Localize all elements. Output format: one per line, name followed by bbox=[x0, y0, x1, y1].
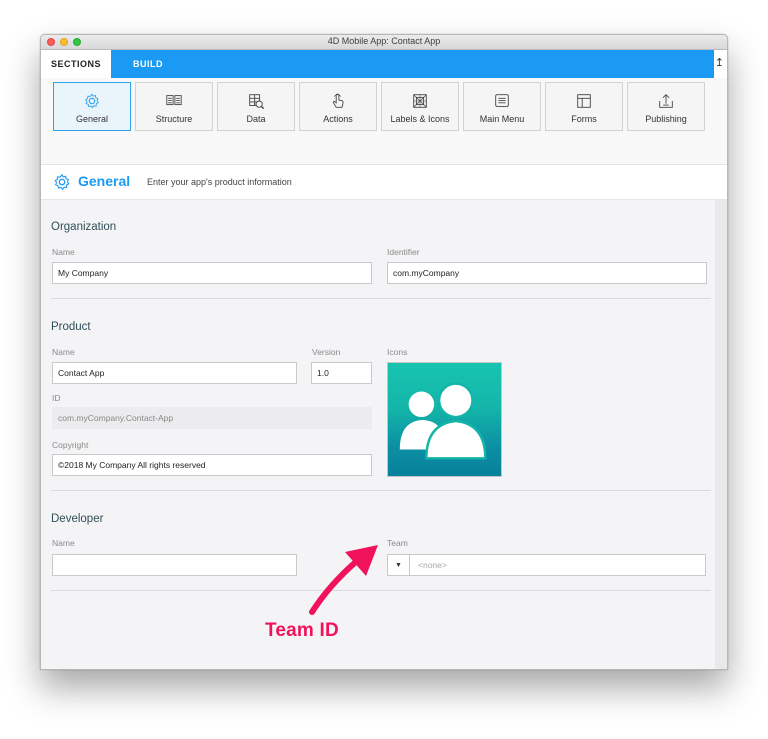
product-version-field[interactable]: 1.0 bbox=[311, 362, 372, 384]
developer-group-title: Developer bbox=[51, 513, 104, 525]
scrollbar-track[interactable] bbox=[715, 200, 727, 669]
toolbar-general-button[interactable]: General bbox=[53, 82, 131, 131]
toolbar-main-menu-button[interactable]: Main Menu bbox=[463, 82, 541, 131]
annotation-arrow-icon bbox=[309, 545, 378, 615]
gear-icon bbox=[54, 173, 70, 191]
product-copyright-field[interactable]: ©2018 My Company All rights reserved bbox=[52, 454, 372, 476]
toolbar-publishing-button[interactable]: Publishing bbox=[627, 82, 705, 131]
toolbar-data-button[interactable]: Data bbox=[217, 82, 295, 131]
chevron-down-icon[interactable]: ▼ bbox=[388, 555, 410, 575]
product-id-label: ID bbox=[52, 393, 61, 403]
toolbar-forms-button[interactable]: Forms bbox=[545, 82, 623, 131]
section-description: Enter your app's product information bbox=[147, 177, 292, 187]
contacts-icon bbox=[399, 382, 487, 460]
section-title: General bbox=[78, 173, 131, 189]
toolbar-publishing-label: Publishing bbox=[645, 114, 687, 124]
organization-group-title: Organization bbox=[51, 221, 117, 233]
toolbar-structure-button[interactable]: Structure bbox=[135, 82, 213, 131]
main-menu-icon bbox=[495, 94, 509, 107]
divider bbox=[51, 298, 711, 299]
toolbar-general-label: General bbox=[75, 114, 109, 124]
gear-icon bbox=[85, 93, 99, 109]
developer-team-label: Team bbox=[387, 538, 408, 548]
publishing-icon bbox=[659, 94, 673, 108]
toolbar-actions-button[interactable]: Actions bbox=[299, 82, 377, 131]
window-title: 4D Mobile App: Contact App bbox=[327, 36, 441, 46]
app-icon-tile[interactable] bbox=[387, 362, 502, 477]
structure-icon bbox=[166, 95, 182, 106]
organization-name-label: Name bbox=[52, 247, 75, 257]
title-bar: 4D Mobile App: Contact App bbox=[41, 35, 727, 50]
developer-name-field[interactable] bbox=[52, 554, 297, 576]
actions-icon bbox=[332, 93, 344, 108]
organization-identifier-field[interactable]: com.myCompany bbox=[387, 262, 707, 284]
toolbar-structure-label: Structure bbox=[155, 114, 193, 124]
product-version-label: Version bbox=[312, 347, 341, 357]
labels-icons-icon bbox=[413, 94, 427, 108]
organization-name-field[interactable]: My Company bbox=[52, 262, 372, 284]
team-select[interactable]: ▼ <none> bbox=[387, 554, 706, 576]
section-header: General Enter your app's product informa… bbox=[41, 165, 727, 200]
upload-icon[interactable]: ↥ bbox=[715, 57, 724, 69]
tab-build-area: BUILD bbox=[111, 50, 714, 78]
product-name-field[interactable]: Contact App bbox=[52, 362, 297, 384]
toolbar-forms-label: Forms bbox=[571, 114, 597, 124]
tab-build[interactable]: BUILD bbox=[133, 59, 163, 69]
data-icon bbox=[249, 94, 265, 110]
product-copyright-label: Copyright bbox=[52, 440, 89, 450]
product-name-label: Name bbox=[52, 347, 75, 357]
developer-name-label: Name bbox=[52, 538, 75, 548]
toolbar-labels-icons-button[interactable]: Labels & Icons bbox=[381, 82, 459, 131]
toolbar-labels-icons-label: Labels & Icons bbox=[390, 114, 450, 124]
forms-icon bbox=[577, 94, 591, 108]
divider bbox=[51, 490, 711, 491]
toolbar-data-label: Data bbox=[246, 114, 266, 124]
annotation-label: Team ID bbox=[265, 620, 339, 641]
toolbar-actions-label: Actions bbox=[323, 114, 353, 124]
team-select-value: <none> bbox=[418, 560, 447, 570]
product-id-field: com.myCompany.Contact-App bbox=[52, 407, 372, 429]
organization-identifier-label: Identifier bbox=[387, 247, 420, 257]
tab-sections[interactable]: SECTIONS bbox=[41, 50, 111, 78]
tab-bar: SECTIONS BUILD ↥ bbox=[41, 50, 727, 78]
section-toolbar: General Structure Data Actions Labels & … bbox=[41, 78, 727, 165]
toolbar-main-menu-label: Main Menu bbox=[479, 114, 525, 124]
product-icons-label: Icons bbox=[387, 347, 408, 357]
product-group-title: Product bbox=[51, 321, 91, 333]
